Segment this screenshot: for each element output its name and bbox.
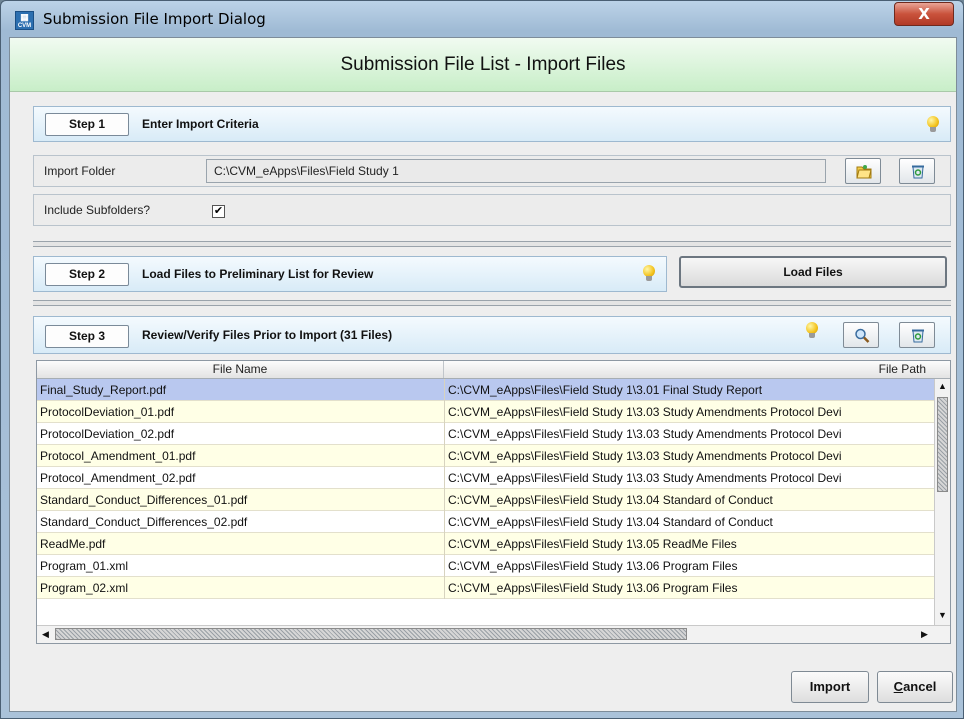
open-folder-icon [856, 165, 872, 179]
file-path-cell: C:\CVM_eApps\Files\Field Study 1\3.05 Re… [444, 533, 934, 555]
table-row[interactable]: ProtocolDeviation_01.pdf C:\CVM_eApps\Fil… [37, 401, 934, 423]
vertical-scrollbar[interactable]: ▲ ▼ [934, 379, 950, 625]
clear-icon [912, 165, 924, 179]
clear-icon [912, 329, 924, 343]
step3-button[interactable]: Step 3 [45, 325, 129, 348]
step1-bar: Step 1 Enter Import Criteria [33, 106, 951, 142]
clear-list-button[interactable] [899, 322, 935, 348]
browse-folder-button[interactable] [845, 158, 881, 184]
column-header-file-path[interactable]: File Path [444, 361, 950, 378]
divider [33, 300, 951, 306]
file-path-cell: C:\CVM_eApps\Files\Field Study 1\3.03 St… [444, 401, 934, 423]
step2-button[interactable]: Step 2 [45, 263, 129, 286]
file-table: File Name File Path Final_Study_Report.p… [36, 360, 951, 644]
lightbulb-icon[interactable] [927, 116, 939, 134]
cancel-button[interactable]: Cancel [877, 671, 953, 703]
file-path-cell: C:\CVM_eApps\Files\Field Study 1\3.06 Pr… [444, 555, 934, 577]
scroll-thumb[interactable] [55, 628, 687, 640]
lightbulb-icon[interactable] [806, 322, 818, 340]
import-folder-label: Import Folder [44, 164, 116, 178]
file-path-cell: C:\CVM_eApps\Files\Field Study 1\3.04 St… [444, 511, 934, 533]
import-button[interactable]: Import [791, 671, 869, 703]
table-header: File Name File Path [37, 361, 950, 379]
dialog-window: ▦ CVM Submission File Import Dialog X Sub… [0, 0, 964, 719]
include-subfolders-row: Include Subfolders? ✔ [33, 194, 951, 226]
divider [33, 241, 951, 247]
magnifier-icon [855, 328, 870, 343]
file-path-cell: C:\CVM_eApps\Files\Field Study 1\3.03 St… [444, 467, 934, 489]
title-bar[interactable]: ▦ CVM Submission File Import Dialog X [1, 1, 963, 37]
dialog-body: Submission File List - Import Files Step… [9, 37, 957, 712]
file-name-cell: ProtocolDeviation_02.pdf [40, 427, 175, 441]
include-subfolders-checkbox[interactable]: ✔ [212, 205, 225, 218]
file-path-cell: C:\CVM_eApps\Files\Field Study 1\3.01 Fi… [444, 379, 934, 401]
horizontal-scrollbar[interactable]: ◀ ▶ [37, 625, 950, 643]
page-title: Submission File List - Import Files [10, 38, 956, 92]
table-row[interactable]: Standard_Conduct_Differences_02.pdf C:\CV… [37, 511, 934, 533]
clear-folder-button[interactable] [899, 158, 935, 184]
column-header-file-name[interactable]: File Name [37, 361, 444, 378]
file-name-cell: Protocol_Amendment_01.pdf [40, 449, 196, 463]
file-path-cell: C:\CVM_eApps\Files\Field Study 1\3.04 St… [444, 489, 934, 511]
file-name-cell: Program_01.xml [40, 559, 129, 573]
file-name-cell: Protocol_Amendment_02.pdf [40, 471, 196, 485]
window-title: Submission File Import Dialog [43, 10, 266, 28]
table-row[interactable]: Program_01.xml C:\CVM_eApps\Files\Field S… [37, 555, 934, 577]
file-name-cell: Program_02.xml [40, 581, 129, 595]
file-path-cell: C:\CVM_eApps\Files\Field Study 1\3.03 St… [444, 423, 934, 445]
step2-label: Load Files to Preliminary List for Revie… [142, 267, 374, 281]
file-name-cell: ProtocolDeviation_01.pdf [40, 405, 175, 419]
table-row[interactable]: Protocol_Amendment_02.pdf C:\CVM_eApps\Fi… [37, 467, 934, 489]
close-button[interactable]: X [894, 2, 954, 26]
table-row[interactable]: Protocol_Amendment_01.pdf C:\CVM_eApps\Fi… [37, 445, 934, 467]
app-icon: ▦ CVM [15, 11, 34, 30]
cancel-label: Cancel [893, 679, 937, 694]
step3-bar: Step 3 Review/Verify Files Prior to Impo… [33, 316, 951, 354]
table-row[interactable]: Final_Study_Report.pdf C:\CVM_eApps\Files… [37, 379, 934, 401]
step1-button[interactable]: Step 1 [45, 113, 129, 136]
table-row[interactable]: Standard_Conduct_Differences_01.pdf C:\CV… [37, 489, 934, 511]
scroll-down-icon[interactable]: ▼ [935, 608, 950, 623]
file-name-cell: Standard_Conduct_Differences_02.pdf [40, 515, 248, 529]
search-button[interactable] [843, 322, 879, 348]
scroll-up-icon[interactable]: ▲ [935, 379, 950, 394]
include-subfolders-label: Include Subfolders? [44, 203, 151, 217]
scroll-right-icon[interactable]: ▶ [917, 627, 932, 642]
scroll-thumb[interactable] [937, 397, 948, 492]
file-name-cell: ReadMe.pdf [40, 537, 106, 551]
close-icon: X [918, 5, 930, 23]
load-files-button[interactable]: Load Files [679, 256, 947, 288]
step1-label: Enter Import Criteria [142, 117, 259, 131]
step3-label: Review/Verify Files Prior to Import (31 … [142, 328, 393, 342]
table-row[interactable]: ProtocolDeviation_02.pdf C:\CVM_eApps\Fil… [37, 423, 934, 445]
import-folder-field[interactable]: C:\CVM_eApps\Files\Field Study 1 [206, 159, 826, 183]
step2-bar: Step 2 Load Files to Preliminary List fo… [33, 256, 667, 292]
lightbulb-icon[interactable] [643, 265, 655, 283]
file-path-cell: C:\CVM_eApps\Files\Field Study 1\3.06 Pr… [444, 577, 934, 599]
import-folder-row: Import Folder C:\CVM_eApps\Files\Field S… [33, 155, 951, 187]
table-row[interactable]: ReadMe.pdf C:\CVM_eApps\Files\Field Study… [37, 533, 934, 555]
scroll-left-icon[interactable]: ◀ [38, 627, 53, 642]
file-name-cell: Final_Study_Report.pdf [40, 383, 167, 397]
file-name-cell: Standard_Conduct_Differences_01.pdf [40, 493, 248, 507]
table-row[interactable]: Program_02.xml C:\CVM_eApps\Files\Field S… [37, 577, 934, 599]
file-path-cell: C:\CVM_eApps\Files\Field Study 1\3.03 St… [444, 445, 934, 467]
